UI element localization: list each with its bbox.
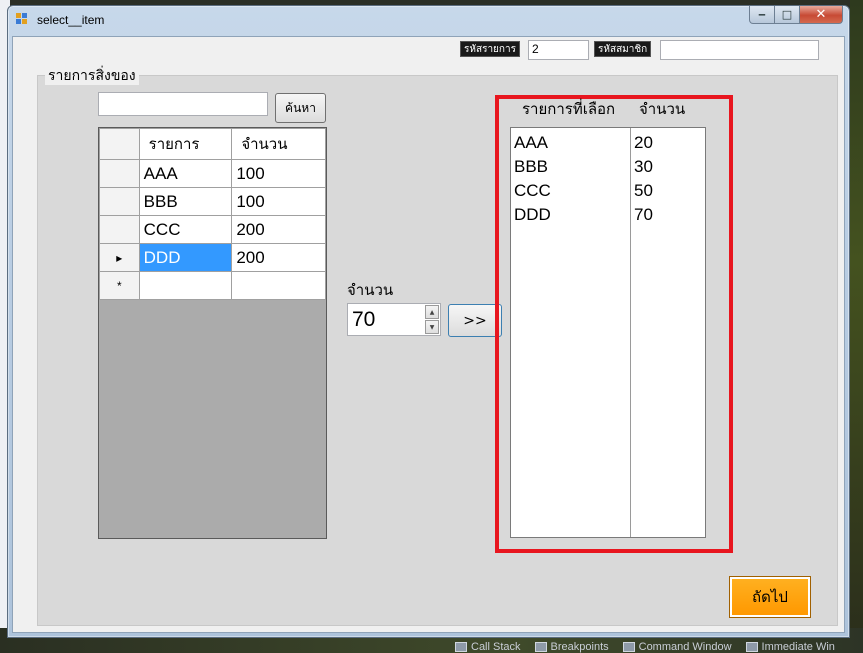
list-item[interactable]: AAA [514,131,551,155]
cell-item-selected[interactable]: DDD [138,243,233,272]
row-header[interactable] [99,215,140,244]
new-row-indicator-icon[interactable]: * [99,271,140,300]
list-item[interactable]: DDD [514,203,551,227]
selected-qty-column: 20 30 50 70 [634,131,653,227]
caption-buttons: ‒ □ ✕ [749,6,843,24]
stepper-down-icon[interactable]: ▼ [425,320,439,334]
ide-tab-label: Call Stack [471,641,521,653]
cell-qty[interactable]: 200 [231,243,326,272]
cell-item-new[interactable] [138,271,233,300]
search-input[interactable] [98,92,268,116]
close-button[interactable]: ✕ [800,6,843,24]
table-new-row[interactable]: * [99,271,326,300]
list-item[interactable]: CCC [514,179,551,203]
next-button[interactable]: ถัดไป [729,576,811,618]
window-title: select__item [37,13,105,27]
title-bar[interactable]: select__item ‒ □ ✕ [8,6,849,32]
list-item-qty[interactable]: 20 [634,131,653,155]
cell-qty-new[interactable] [231,271,326,300]
current-row-indicator-icon[interactable]: ▸ [99,243,140,272]
ide-tab-label: Command Window [638,641,732,653]
cell-item[interactable]: AAA [138,159,233,188]
table-row[interactable]: BBB 100 [99,187,326,216]
immediate-window-icon [745,642,758,652]
list-item-qty[interactable]: 30 [634,155,653,179]
ide-tab-breakpoints[interactable]: Breakpoints [534,641,609,653]
cell-qty[interactable]: 100 [231,187,326,216]
ide-tab-label: Breakpoints [550,641,609,653]
search-button[interactable]: ค้นหา [275,93,326,123]
minimize-button[interactable]: ‒ [749,6,775,24]
add-item-button[interactable]: >> [448,304,502,337]
table-row[interactable]: CCC 200 [99,215,326,244]
cell-qty[interactable]: 200 [231,215,326,244]
selected-qty-header: จำนวน [639,100,686,118]
table-row-selected[interactable]: ▸ DDD 200 [99,243,326,272]
selected-items-list[interactable]: AAA BBB CCC DDD 20 30 50 70 [510,127,706,538]
list-column-divider [630,128,631,537]
items-table: รายการ จำนวน AAA 100 BBB 100 CCC 200 ▸ D… [99,128,326,300]
cell-qty[interactable]: 100 [231,159,326,188]
item-code-label: รหัสรายการ [460,41,520,57]
item-code-field[interactable]: 2 [528,40,589,60]
column-header-item[interactable]: รายการ [138,128,233,160]
cell-item[interactable]: BBB [138,187,233,216]
ide-tool-tabs: Call Stack Breakpoints Command Window Im… [455,641,835,653]
quantity-label: จำนวน [347,281,394,299]
list-item-qty[interactable]: 50 [634,179,653,203]
breakpoints-icon [534,642,547,652]
list-item[interactable]: BBB [514,155,551,179]
maximize-button[interactable]: □ [775,6,800,24]
grid-header-row: รายการ จำนวน [99,128,326,160]
ide-tab-immediate-window[interactable]: Immediate Win [745,641,835,653]
call-stack-icon [455,642,467,652]
member-code-field[interactable] [660,40,819,60]
items-grid[interactable]: รายการ จำนวน AAA 100 BBB 100 CCC 200 ▸ D… [98,127,327,539]
row-header[interactable] [99,187,140,216]
row-header[interactable] [99,159,140,188]
ide-tab-command-window[interactable]: Command Window [622,641,732,653]
quantity-stepper[interactable]: 70 ▲ ▼ [347,303,441,336]
selected-items-header: รายการที่เลือก [522,100,616,118]
table-row[interactable]: AAA 100 [99,159,326,188]
stepper-up-icon[interactable]: ▲ [425,305,439,319]
app-icon [16,13,29,25]
groupbox-title: รายการสิ่งของ [45,67,139,85]
cell-item[interactable]: CCC [138,215,233,244]
command-window-icon [622,642,635,652]
selected-names-column: AAA BBB CCC DDD [514,131,551,227]
ide-tab-call-stack[interactable]: Call Stack [455,641,521,653]
quantity-value[interactable]: 70 [352,308,375,332]
column-header-qty[interactable]: จำนวน [231,128,326,160]
grid-corner-cell[interactable] [99,128,140,160]
list-item-qty[interactable]: 70 [634,203,653,227]
member-code-label: รหัสสมาชิก [594,41,652,57]
background-image-strip [850,0,863,653]
ide-tab-label: Immediate Win [761,641,835,653]
